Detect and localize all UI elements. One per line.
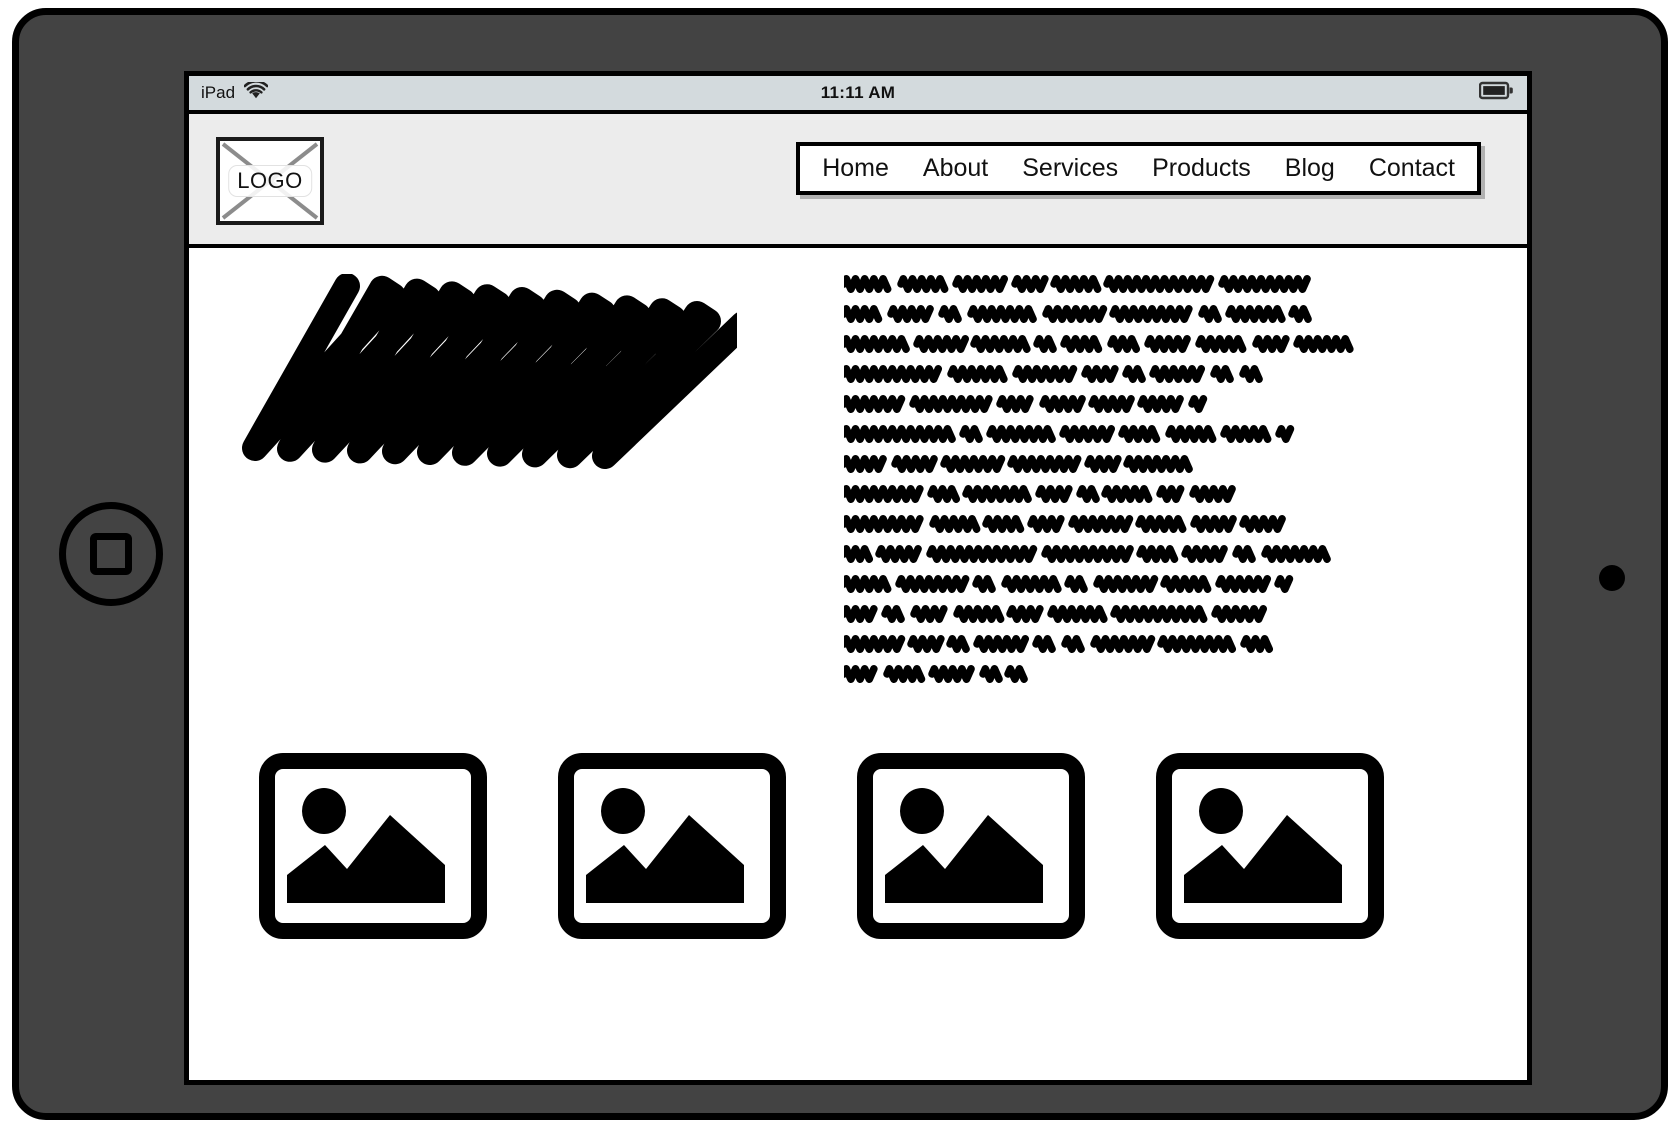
image-placeholder-icon [259, 753, 487, 939]
logo[interactable]: LOGO [216, 137, 324, 225]
page-content [189, 248, 1527, 1080]
scribbled-text-placeholder [844, 275, 1354, 683]
main-navigation: Home About Services Products Blog Contac… [796, 142, 1481, 195]
battery-icon [1478, 81, 1513, 105]
device-frame: iPad 11:11 AM LOGO Home About Services P… [12, 8, 1668, 1120]
body-text-placeholder [844, 270, 1469, 690]
carrier-label: iPad [201, 83, 236, 102]
status-bar-left: iPad [201, 80, 269, 104]
thumbnail-2[interactable] [558, 753, 786, 939]
home-button[interactable] [59, 502, 163, 606]
front-camera-dot [1599, 565, 1625, 591]
thumbnail-1[interactable] [259, 753, 487, 939]
image-placeholder-icon [1156, 753, 1384, 939]
thumbnail-3[interactable] [857, 753, 1085, 939]
thumbnail-4[interactable] [1156, 753, 1384, 939]
nav-item-blog[interactable]: Blog [1285, 154, 1335, 183]
device-screen: iPad 11:11 AM LOGO Home About Services P… [184, 71, 1532, 1085]
clock-label: 11:11 AM [820, 83, 896, 102]
nav-item-home[interactable]: Home [822, 154, 889, 183]
nav-item-products[interactable]: Products [1152, 154, 1251, 183]
nav-item-about[interactable]: About [923, 154, 988, 183]
image-placeholder-icon [857, 753, 1085, 939]
home-button-icon [90, 533, 132, 575]
status-bar-right [1478, 81, 1513, 105]
nav-item-contact[interactable]: Contact [1369, 154, 1455, 183]
status-bar: iPad 11:11 AM [189, 76, 1527, 110]
nav-item-services[interactable]: Services [1022, 154, 1118, 183]
hero-scribble-placeholder [237, 274, 737, 474]
logo-label: LOGO [228, 165, 312, 197]
image-placeholder-icon [558, 753, 786, 939]
wifi-icon [243, 80, 269, 104]
thumbnail-row [259, 753, 1384, 939]
scribble-placeholder [242, 274, 737, 469]
site-header: LOGO Home About Services Products Blog C… [189, 110, 1527, 248]
